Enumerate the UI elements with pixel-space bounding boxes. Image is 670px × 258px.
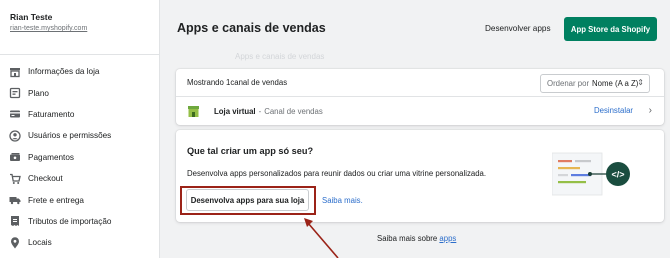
page-title: Apps e canais de vendas	[177, 21, 326, 35]
nav-label: Checkout	[28, 174, 63, 184]
annotation-arrow	[304, 218, 339, 258]
online-store-icon	[187, 105, 200, 118]
nav-item-plan[interactable]: Plano	[0, 82, 159, 103]
nav-label: Locais	[28, 238, 52, 248]
billing-icon	[9, 108, 21, 120]
footer-apps-link[interactable]: apps	[439, 234, 456, 243]
truck-icon	[9, 194, 21, 206]
app-separator: -	[258, 106, 262, 116]
nav-label: Tributos de importação	[28, 216, 112, 226]
create-app-description: Desenvolva apps personalizados para reun…	[187, 169, 487, 178]
create-app-card: Que tal criar um app só seu? Desenvolva …	[176, 130, 664, 222]
nav-label: Faturamento	[28, 109, 75, 119]
main-content: Apps e canais de vendas Desenvolver apps…	[160, 0, 670, 258]
nav-item-checkout[interactable]: Checkout	[0, 168, 159, 189]
select-arrows-icon: ⇕	[637, 78, 644, 87]
nav-item-store-info[interactable]: Informações da loja	[0, 61, 159, 82]
svg-text:</>: </>	[611, 170, 624, 180]
apps-list-card: Mostrando 1canal de vendas Ordenar por N…	[176, 69, 664, 125]
store-icon	[9, 66, 21, 78]
location-icon	[9, 237, 21, 249]
nav-item-import-taxes[interactable]: Tributos de importação	[0, 211, 159, 232]
cart-icon	[9, 173, 21, 185]
showing-count: Mostrando 1canal de vendas	[187, 78, 288, 87]
nav-label: Informações da loja	[28, 67, 100, 77]
nav-label: Pagamentos	[28, 152, 74, 162]
faded-title-overlay: Apps e canais de vendas	[235, 52, 325, 61]
account-info: Rian Teste rian-teste.myshopify.com	[0, 0, 159, 55]
code-illustration: </>	[552, 152, 630, 196]
nav-item-billing[interactable]: Faturamento	[0, 104, 159, 125]
sort-select[interactable]: Ordenar por Nome (A a Z) ⇕	[540, 74, 650, 93]
app-row[interactable]: Loja virtual - Canal de vendas Desinstal…	[176, 97, 664, 125]
payments-icon	[9, 151, 21, 163]
app-name: Loja virtual	[214, 106, 256, 116]
plan-icon	[9, 87, 21, 99]
app-subtitle: Canal de vendas	[264, 106, 323, 116]
chevron-right-icon[interactable]: ›	[649, 105, 652, 116]
footer-learn-more: Saiba mais sobre apps	[377, 234, 456, 243]
create-app-title: Que tal criar um app só seu?	[187, 146, 314, 156]
sort-value: Nome (A a Z)	[592, 79, 639, 88]
footer-prefix: Saiba mais sobre	[377, 234, 440, 243]
apps-list-header: Mostrando 1canal de vendas Ordenar por N…	[176, 69, 664, 97]
nav-item-shipping[interactable]: Frete e entrega	[0, 189, 159, 210]
sort-prefix: Ordenar por	[547, 79, 590, 88]
nav-item-users[interactable]: Usuários e permissões	[0, 125, 159, 146]
nav-label: Usuários e permissões	[28, 131, 112, 141]
settings-sidebar: Rian Teste rian-teste.myshopify.com Info…	[0, 0, 160, 258]
develop-apps-link[interactable]: Desenvolver apps	[485, 24, 551, 33]
account-name: Rian Teste	[10, 12, 53, 22]
user-icon	[9, 130, 21, 142]
settings-nav: Informações da loja Plano Faturamento Us…	[0, 55, 159, 254]
nav-item-locations[interactable]: Locais	[0, 232, 159, 253]
account-store-link[interactable]: rian-teste.myshopify.com	[10, 25, 149, 32]
nav-item-payments[interactable]: Pagamentos	[0, 147, 159, 168]
learn-more-link[interactable]: Saiba mais.	[322, 196, 363, 205]
nav-label: Frete e entrega	[28, 195, 84, 205]
app-store-button[interactable]: App Store da Shopify	[564, 17, 657, 41]
develop-apps-button[interactable]: Desenvolva apps para sua loja	[186, 189, 309, 211]
nav-label: Plano	[28, 88, 49, 98]
uninstall-link[interactable]: Desinstalar	[594, 106, 633, 115]
tax-icon	[9, 215, 21, 227]
